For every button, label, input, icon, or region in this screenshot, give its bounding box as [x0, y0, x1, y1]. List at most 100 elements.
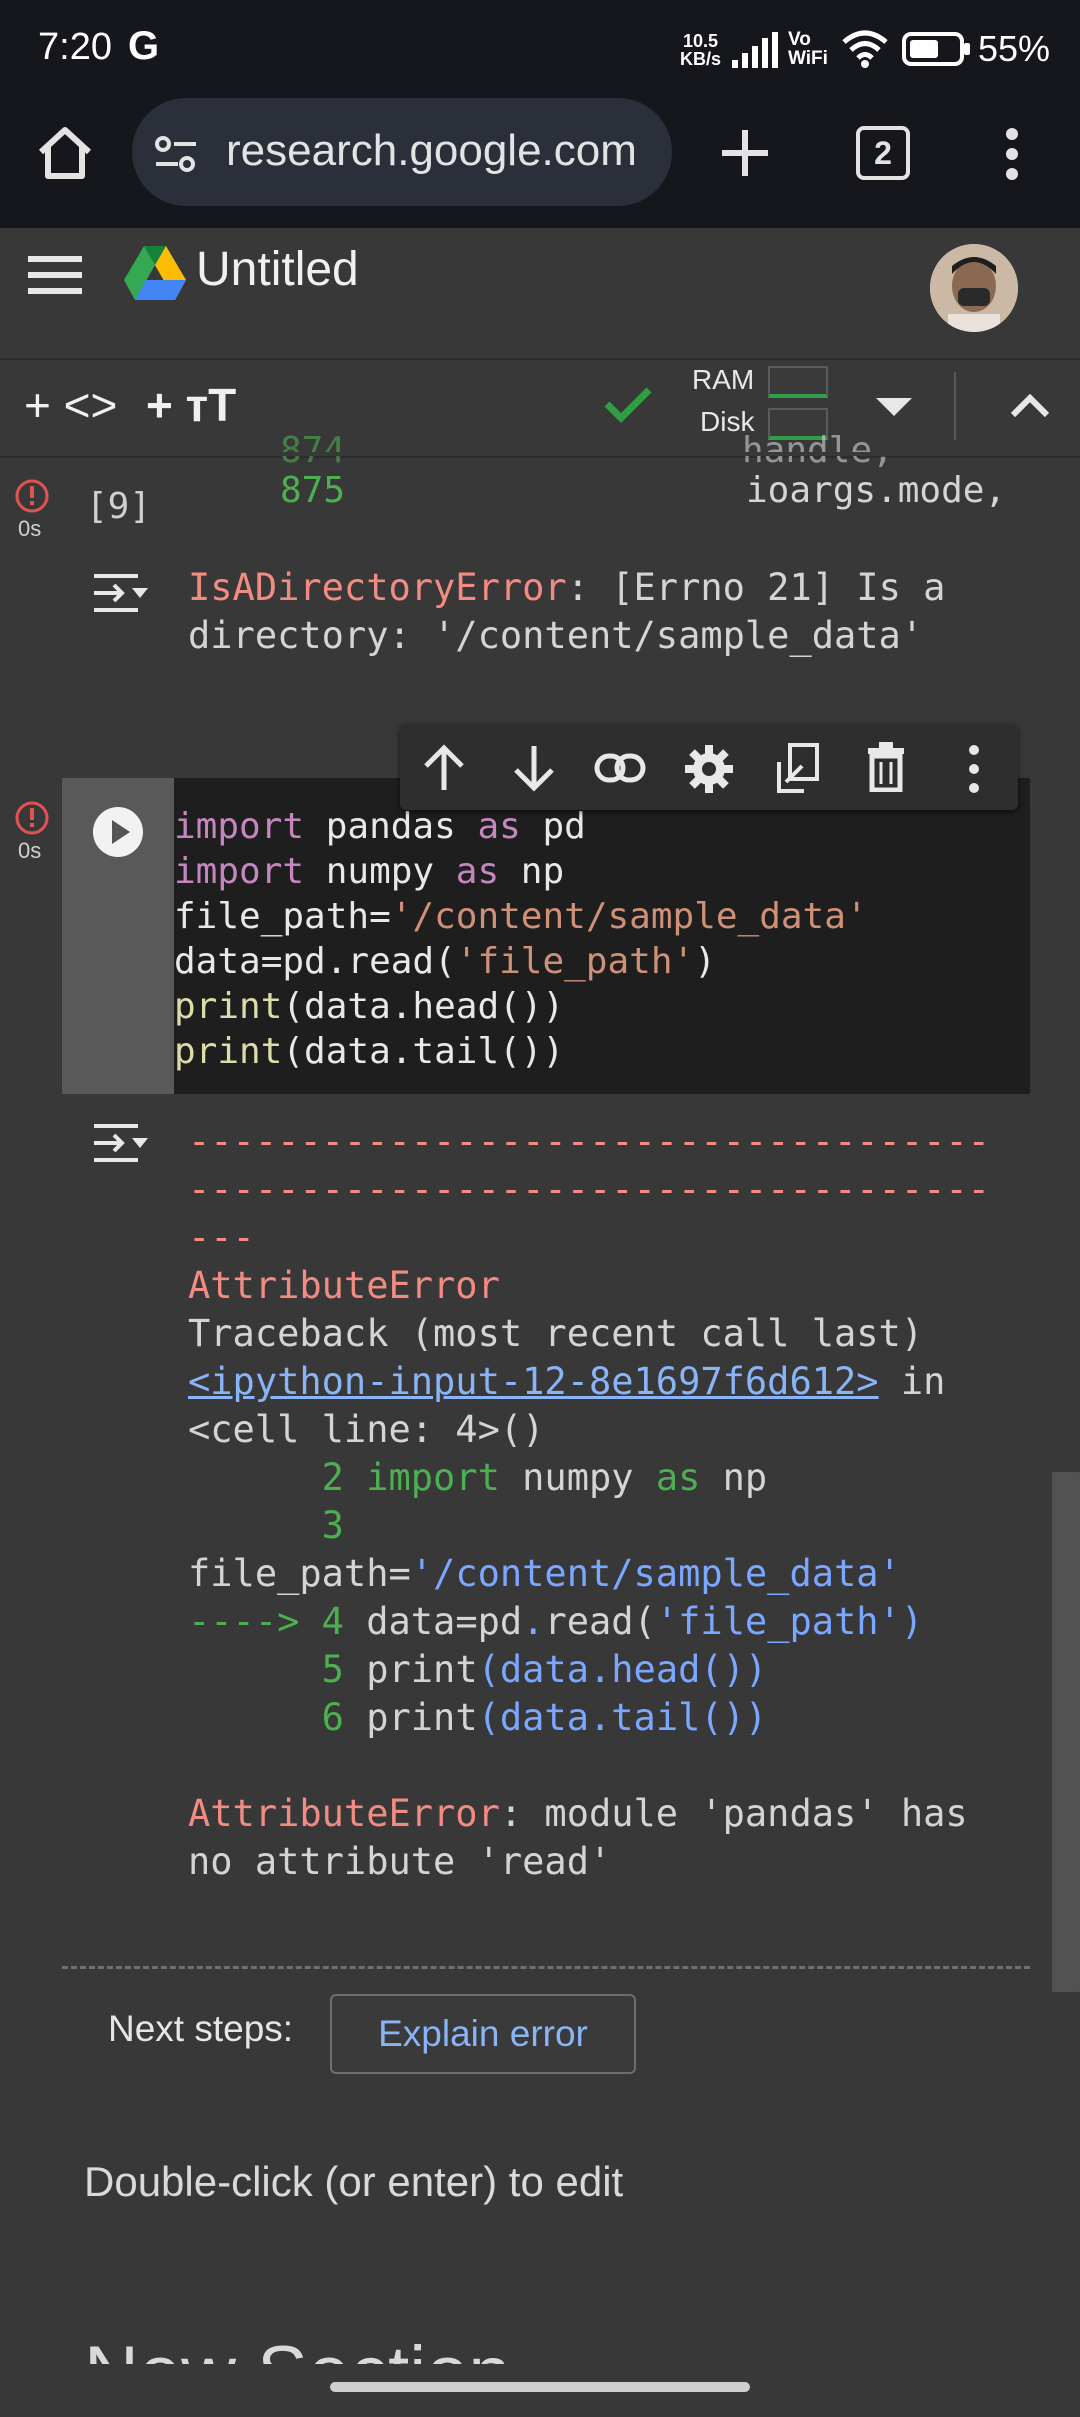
output-actions-icon[interactable]	[92, 570, 150, 616]
final-error-message: no attribute 'read'	[188, 1840, 612, 1883]
explain-error-button[interactable]: Explain error	[330, 1994, 636, 2074]
code-text: np	[499, 851, 565, 892]
code-text: file_path=	[174, 896, 391, 937]
code-text: pd	[520, 806, 586, 847]
network-speed-value: 10.5	[682, 31, 719, 51]
traceback-arrow: ----> 4	[188, 1600, 367, 1643]
collapse-chevron-icon[interactable]	[1010, 394, 1050, 418]
traceback-line-number: 2	[188, 1456, 367, 1499]
traceback-text: .	[589, 1696, 612, 1739]
gear-icon[interactable]	[684, 744, 734, 794]
signal-icon	[732, 32, 778, 68]
traceback-text: in	[878, 1360, 946, 1403]
vowifi-bottom: WiFi	[788, 48, 828, 69]
traceback-line-number: 5	[188, 1648, 367, 1691]
network-speed: 10.5 KB/s	[680, 32, 721, 68]
code-keyword: as	[455, 851, 500, 892]
traceback-error-type: AttributeError	[188, 1264, 500, 1307]
code-editor[interactable]: import pandas as pd import numpy as np f…	[174, 804, 868, 1074]
avatar[interactable]	[930, 244, 1018, 332]
text-cell-placeholder[interactable]: Double-click (or enter) to edit	[84, 2158, 623, 2206]
notebook-title[interactable]: Untitled	[196, 242, 359, 297]
code-text: (data.head())	[282, 986, 565, 1027]
traceback-source-link[interactable]: <ipython-input-12-8e1697f6d612>	[188, 1360, 879, 1403]
code-string: 'file_path'	[455, 941, 695, 982]
error-message-line1: : [Errno 21] Is a	[566, 566, 946, 609]
execution-count: [9]	[86, 486, 152, 527]
traceback-text: .	[522, 1600, 545, 1643]
exec-time: 0s	[18, 838, 42, 863]
traceback-separator: ------------------------------------	[188, 1168, 990, 1211]
wifi-icon	[842, 30, 888, 68]
ram-label: RAM	[692, 364, 755, 395]
new-tab-icon[interactable]	[720, 128, 770, 178]
partial-hidden-line: 874	[280, 430, 346, 471]
gesture-nav-bar[interactable]	[330, 2382, 750, 2392]
error-name: IsADirectoryError	[188, 566, 567, 609]
final-error-name: AttributeError	[188, 1792, 500, 1835]
traceback-string: '/content/sample_data'	[410, 1552, 901, 1595]
error-output: IsADirectoryError: [Errno 21] Is a direc…	[188, 564, 945, 660]
status-time: 7:20	[38, 26, 112, 68]
more-options-icon[interactable]	[1000, 126, 1024, 182]
traceback-line-number: 3	[188, 1504, 344, 1547]
error-status-icon	[15, 801, 49, 835]
traceback-keyword: import	[366, 1456, 500, 1499]
scrollbar[interactable]	[1052, 1472, 1080, 1992]
add-text-button[interactable]: + тT	[146, 378, 236, 432]
traceback-text: data=pd	[366, 1600, 523, 1643]
address-bar-url: research.google.com	[226, 126, 637, 175]
traceback-line-number: 6	[188, 1696, 367, 1739]
traceback-text: print	[366, 1696, 478, 1739]
toolbar-divider	[954, 372, 956, 440]
traceback-separator: ---	[188, 1216, 255, 1259]
site-settings-icon[interactable]	[154, 134, 198, 174]
output-actions-icon[interactable]	[92, 1120, 150, 1166]
home-icon[interactable]	[36, 124, 94, 180]
code-text: (data.tail())	[282, 1031, 565, 1072]
next-steps-label: Next steps:	[108, 2008, 294, 2049]
battery-icon	[902, 32, 970, 66]
code-text: pandas	[304, 806, 478, 847]
partial-hidden-line-right: handle,	[742, 430, 894, 471]
traceback-separator: ------------------------------------	[188, 1120, 990, 1163]
traceback-text: tail())	[611, 1696, 768, 1739]
hamburger-menu-icon[interactable]	[28, 254, 82, 296]
traceback-cell-line: <cell line: 4>()	[188, 1408, 545, 1451]
add-code-button[interactable]: + <>	[24, 378, 117, 432]
cell-more-options-icon[interactable]	[966, 744, 982, 794]
traceback-string: 'file_path'	[655, 1600, 901, 1643]
code-keyword: as	[477, 806, 521, 847]
connected-check-icon	[604, 387, 652, 423]
code-text: data=pd.read(	[174, 941, 456, 982]
google-drive-icon	[124, 246, 186, 300]
move-down-icon[interactable]	[512, 744, 556, 792]
traceback-text: np	[700, 1456, 768, 1499]
run-cell-button[interactable]	[92, 806, 144, 858]
delete-icon[interactable]	[866, 742, 906, 792]
link-icon[interactable]	[594, 752, 646, 784]
output-divider	[62, 1966, 1030, 1969]
ram-meter	[768, 366, 828, 398]
traceback-text: print	[366, 1648, 478, 1691]
tab-switcher-button[interactable]: 2	[856, 126, 910, 180]
traceback-line-text: ioargs.mode,	[746, 470, 1007, 511]
move-up-icon[interactable]	[422, 744, 466, 792]
error-status-icon	[15, 479, 49, 513]
traceback-output: ------------------------------------ ---…	[188, 1118, 990, 1886]
code-text: numpy	[304, 851, 456, 892]
battery-percent: 55%	[978, 28, 1051, 69]
code-keyword: import	[174, 851, 305, 892]
traceback-text: (data	[477, 1696, 589, 1739]
traceback-text: file_path=	[188, 1552, 411, 1595]
code-text: )	[694, 941, 716, 982]
traceback-text: .	[589, 1648, 612, 1691]
traceback-line-number: 875	[280, 470, 346, 511]
code-function: print	[174, 1031, 283, 1072]
vowifi-indicator: Vo WiFi	[788, 30, 828, 68]
traceback-text: numpy	[499, 1456, 656, 1499]
resources-dropdown-icon[interactable]	[876, 398, 912, 418]
mirror-cell-icon[interactable]	[776, 742, 820, 794]
code-string: '/content/sample_data'	[390, 896, 868, 937]
toolbar-shadow-mask	[0, 452, 1080, 456]
